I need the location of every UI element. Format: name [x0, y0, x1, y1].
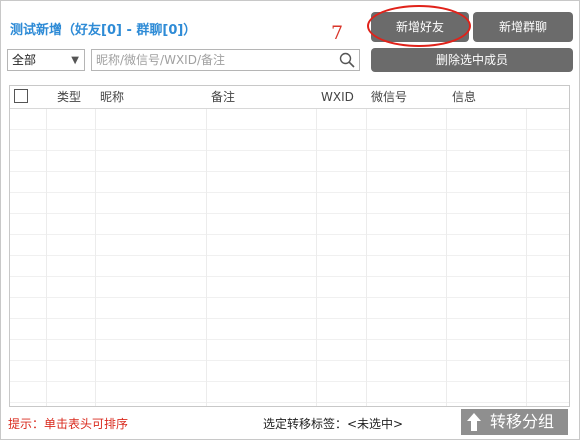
column-header-nickname[interactable]: 昵称	[100, 86, 124, 108]
empty-table-row	[10, 319, 569, 340]
add-group-chat-button[interactable]: 新增群聊	[473, 12, 573, 42]
empty-table-row	[10, 340, 569, 361]
column-header-info[interactable]: 信息	[452, 86, 476, 108]
empty-table-row	[10, 151, 569, 172]
empty-table-row	[10, 361, 569, 382]
column-divider	[46, 109, 47, 406]
move-group-label: 转移分组	[490, 412, 555, 431]
empty-table-row	[10, 382, 569, 403]
empty-table-row	[10, 298, 569, 319]
column-header-remark[interactable]: 备注	[211, 86, 235, 108]
search-icon[interactable]	[339, 52, 355, 68]
column-divider	[206, 109, 207, 406]
search-box	[91, 49, 360, 71]
sort-hint-text: 提示：单击表头可排序	[8, 417, 129, 431]
empty-table-row	[10, 130, 569, 151]
empty-table-row	[10, 235, 569, 256]
type-filter-value: 全部	[12, 53, 37, 67]
empty-table-row	[10, 256, 569, 277]
type-filter-select[interactable]: 全部 ▼	[7, 49, 85, 71]
chevron-down-icon: ▼	[71, 55, 79, 66]
column-header-type[interactable]: 类型	[57, 86, 81, 108]
table-header: 类型 昵称 备注 WXID 微信号 信息	[10, 86, 569, 109]
add-friend-button[interactable]: 新增好友	[371, 12, 469, 42]
column-divider	[366, 109, 367, 406]
column-divider	[526, 109, 527, 406]
column-divider	[446, 109, 447, 406]
column-divider	[316, 109, 317, 406]
arrow-up-icon	[467, 413, 481, 431]
empty-table-row	[10, 193, 569, 214]
empty-table-row	[10, 277, 569, 298]
annotation-step-number: 7	[331, 22, 344, 44]
member-table: 类型 昵称 备注 WXID 微信号 信息	[9, 85, 570, 407]
column-header-wechat-id[interactable]: 微信号	[371, 86, 407, 108]
empty-table-row	[10, 214, 569, 235]
search-input[interactable]	[92, 50, 336, 70]
move-group-button[interactable]: 转移分组	[461, 409, 568, 435]
delete-selected-members-button[interactable]: 删除选中成员	[371, 48, 573, 72]
page-title: 测试新增（好友[0] - 群聊[0]）	[10, 23, 197, 38]
selected-tag-status: 选定转移标签：<未选中>	[263, 417, 404, 431]
select-all-checkbox[interactable]	[14, 89, 28, 103]
column-header-wxid[interactable]: WXID	[321, 86, 354, 108]
column-divider	[95, 109, 96, 406]
empty-table-row	[10, 172, 569, 193]
empty-table-row	[10, 109, 569, 130]
